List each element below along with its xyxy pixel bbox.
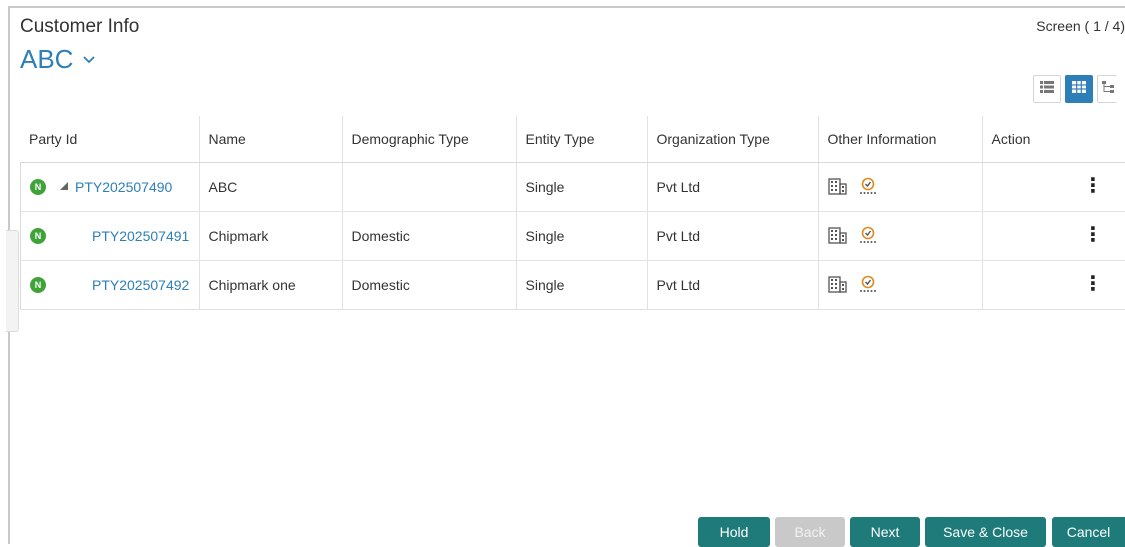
tree-view-button[interactable] [1097, 75, 1117, 103]
other-information-cell [817, 260, 982, 310]
building-icon[interactable] [827, 177, 848, 198]
more-actions-icon[interactable]: ⋮ [1083, 176, 1103, 196]
screen-indicator: Screen ( 1 / 4) [1036, 18, 1125, 34]
demographic-type-cell: Domestic [341, 211, 516, 261]
entity-type-cell: Single [515, 162, 647, 212]
table-row: N PTY202507492 Chipmark one Domestic Sin… [20, 260, 1125, 310]
more-actions-icon[interactable]: ⋮ [1083, 225, 1103, 245]
new-status-badge: N [30, 228, 46, 244]
action-cell: ⋮ [981, 260, 1125, 310]
new-status-badge: N [30, 277, 46, 293]
party-id-cell: N PTY202507491 [20, 211, 199, 261]
tree-expand-icon[interactable] [60, 182, 68, 192]
next-button[interactable]: Next [850, 517, 920, 547]
grid-view-icon [1072, 80, 1086, 98]
list-view-icon [1040, 80, 1054, 98]
party-id-cell: N PTY202507492 [20, 260, 199, 310]
column-header-other-information[interactable]: Other Information [817, 116, 982, 163]
verification-check-icon[interactable] [858, 226, 878, 247]
party-id-cell: N PTY202507490 [20, 162, 199, 212]
verification-check-icon[interactable] [858, 275, 878, 296]
cancel-button[interactable]: Cancel [1052, 517, 1125, 547]
party-id-link[interactable]: PTY202507490 [75, 179, 172, 195]
list-view-button[interactable] [1033, 75, 1061, 103]
view-toggle [1033, 75, 1117, 103]
demographic-type-cell [341, 162, 516, 212]
table-row: N PTY202507491 Chipmark Domestic Single … [20, 211, 1125, 261]
organization-type-cell: Pvt Ltd [646, 211, 818, 261]
name-cell: ABC [198, 162, 342, 212]
building-icon[interactable] [827, 275, 848, 296]
name-cell: Chipmark one [198, 260, 342, 310]
entity-type-cell: Single [515, 260, 647, 310]
party-id-link[interactable]: PTY202507492 [92, 277, 189, 293]
hold-button[interactable]: Hold [698, 517, 770, 547]
action-cell: ⋮ [981, 211, 1125, 261]
entity-type-cell: Single [515, 211, 647, 261]
demographic-type-cell: Domestic [341, 260, 516, 310]
frame-top-border [8, 6, 1125, 8]
column-header-demographic-type[interactable]: Demographic Type [341, 116, 516, 163]
verification-check-icon[interactable] [858, 177, 878, 198]
other-information-cell [817, 162, 982, 212]
table-header-row: Party Id Name Demographic Type Entity Ty… [20, 116, 1125, 163]
grid-view-button[interactable] [1065, 75, 1093, 103]
more-actions-icon[interactable]: ⋮ [1083, 274, 1103, 294]
customer-selector[interactable]: ABC [20, 44, 96, 75]
column-header-party-id[interactable]: Party Id [20, 116, 199, 163]
action-cell: ⋮ [981, 162, 1125, 212]
customer-name: ABC [20, 44, 74, 74]
back-button[interactable]: Back [775, 517, 845, 547]
chevron-down-icon [83, 51, 96, 69]
column-header-entity-type[interactable]: Entity Type [515, 116, 647, 163]
column-header-name[interactable]: Name [198, 116, 342, 163]
organization-type-cell: Pvt Ltd [646, 162, 818, 212]
page-title: Customer Info [20, 16, 140, 37]
table-row: N PTY202507490 ABC Single Pvt Ltd ⋮ [20, 162, 1125, 212]
side-panel-handle[interactable] [6, 230, 19, 332]
party-id-link[interactable]: PTY202507491 [92, 228, 189, 244]
column-header-organization-type[interactable]: Organization Type [646, 116, 818, 163]
new-status-badge: N [30, 179, 46, 195]
column-header-action[interactable]: Action [981, 116, 1125, 163]
party-table: Party Id Name Demographic Type Entity Ty… [20, 116, 1125, 310]
name-cell: Chipmark [198, 211, 342, 261]
organization-type-cell: Pvt Ltd [646, 260, 818, 310]
tree-view-icon [1101, 80, 1114, 98]
building-icon[interactable] [827, 226, 848, 247]
save-close-button[interactable]: Save & Close [925, 517, 1046, 547]
other-information-cell [817, 211, 982, 261]
